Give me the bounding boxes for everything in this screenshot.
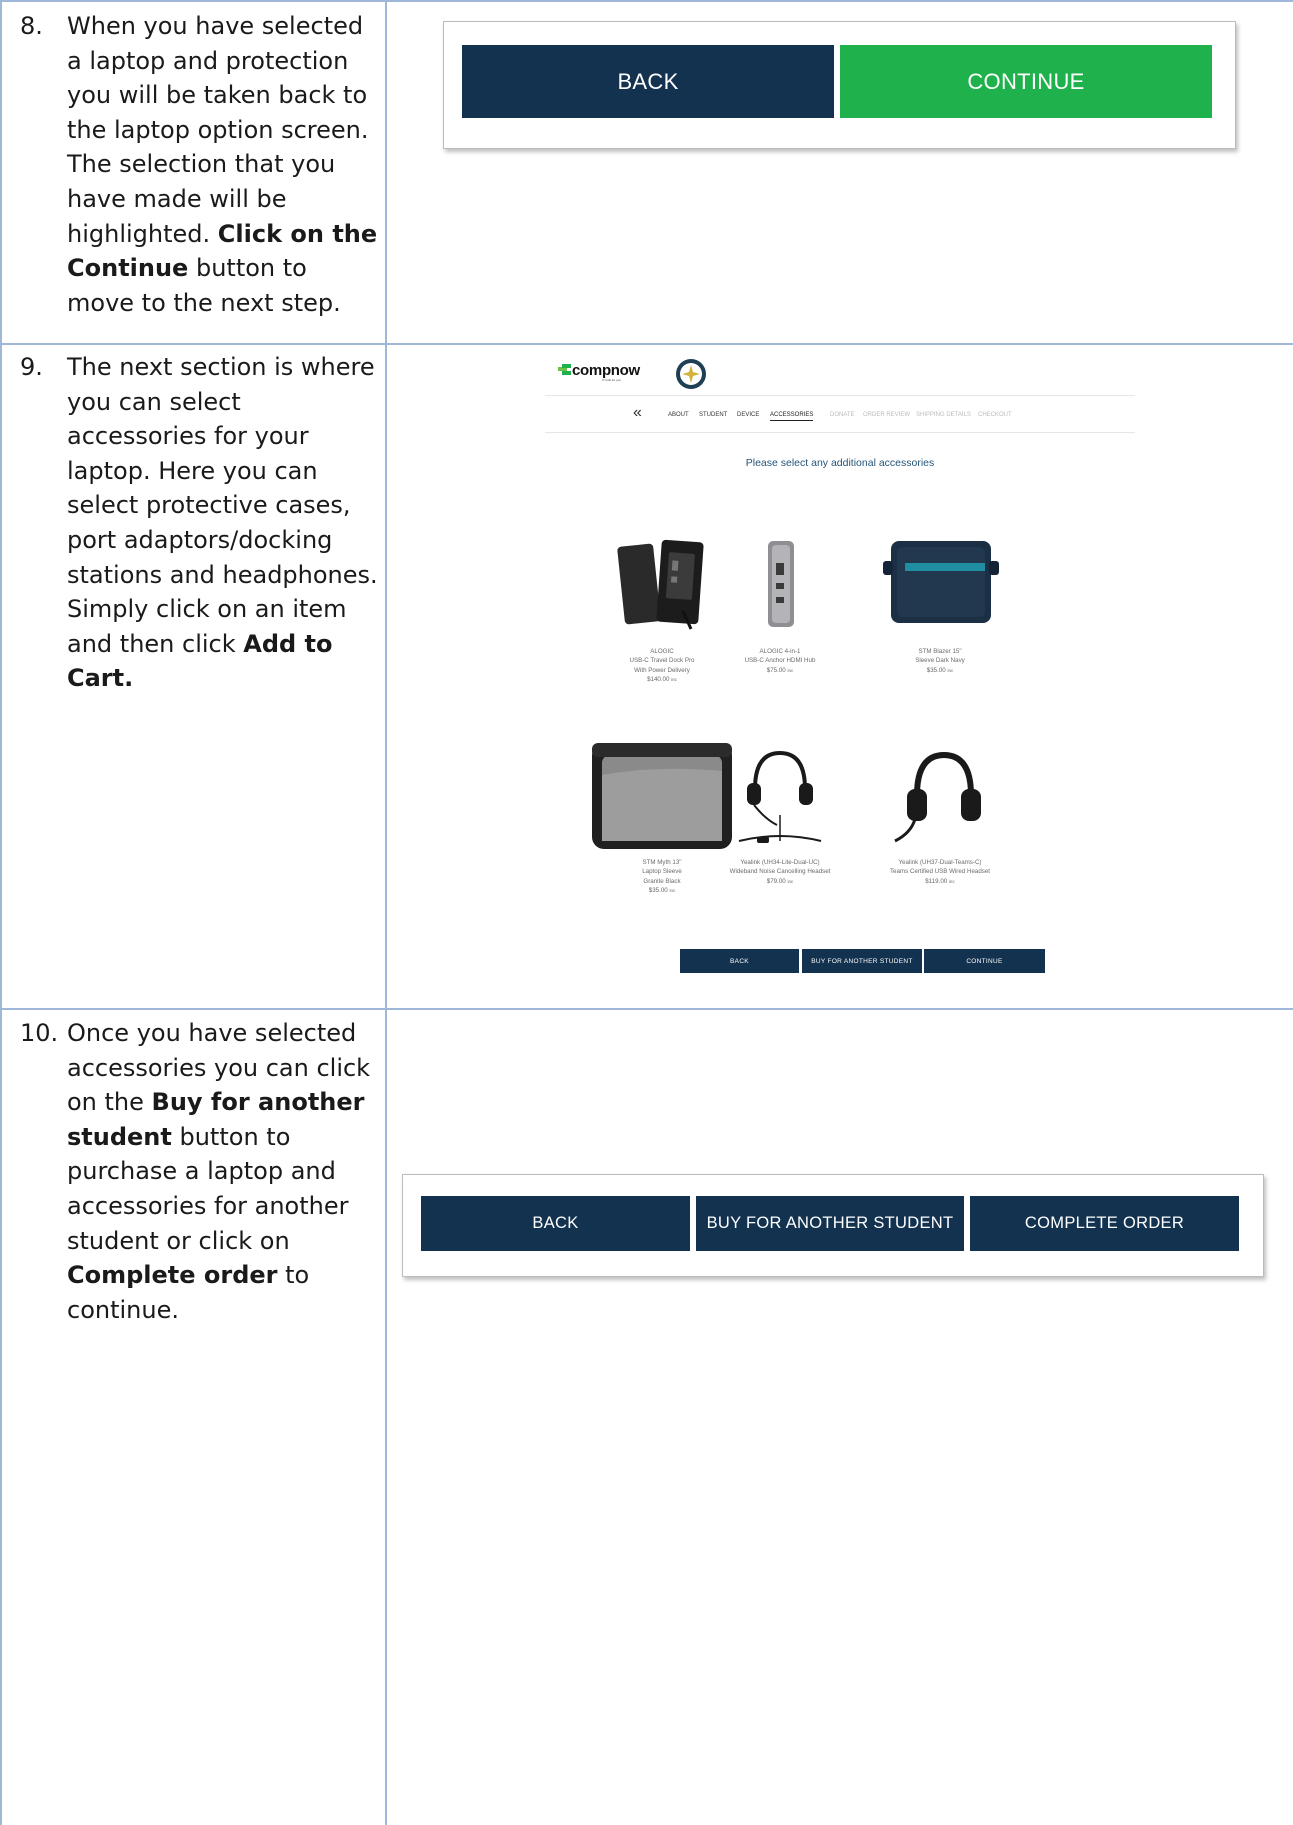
table-border-left [0,0,2,1825]
product-name-line: STM Blazer 15" [918,648,962,655]
product-name-line: Wideband Noise Cancelling Headset [729,868,831,876]
product-caption: ALOGIC 4-in-1 USB-C Anchor HDMI Hub $75.… [690,647,870,675]
product-caption: Yealink (UH37-Dual-Teams-C) Teams Certif… [850,858,1030,886]
table-row-divider [0,1008,1293,1010]
buy-another-student-button[interactable]: BUY FOR ANOTHER STUDENT [802,949,922,973]
product-price: $75.00 [766,666,786,674]
complete-order-button[interactable]: COMPLETE ORDER [970,1196,1239,1251]
product-price: $79.00 [766,877,786,885]
nav-item-shipping-details[interactable]: SHIPPING DETAILS [916,412,971,418]
product-name-line: Teams Certified USB Wired Headset [889,868,991,876]
logo-text: compnow [572,362,640,379]
product-name-line: Sleeve Dark Navy [915,657,965,665]
step-text: When you have selected a laptop and prot… [67,12,369,248]
headset-uh34-image[interactable] [725,745,835,855]
buy-another-student-button[interactable]: BUY FOR ANOTHER STUDENT [696,1196,964,1251]
grey-sleeve-image[interactable] [588,735,738,855]
step-number: 8. [20,12,43,40]
product-price: $140.00 [647,676,670,684]
usb-hub-image[interactable] [730,533,830,633]
product-price: $35.00 [926,666,946,674]
step-text: The next section is where you can select… [67,353,378,658]
price-tax-note: inc [948,878,955,884]
travel-dock-image[interactable] [613,533,713,633]
nav-divider [545,432,1135,433]
accessories-heading: Please select any additional accessories [745,457,935,469]
accessories-page-screenshot: compnow IT built for you « ABOUT STUDENT… [545,350,1135,980]
product-name-line: USB-C Anchor HDMI Hub [744,657,816,665]
nav-item-device[interactable]: DEVICE [737,412,759,418]
product-name-line: Yealink (UH34-Lite-Dual-UC) [740,859,820,866]
price-tax-note: inc [947,667,954,673]
step-9-text: 9. The next section is where you can sel… [20,350,380,696]
step-bold-text: Complete order [67,1261,278,1290]
price-tax-note: inc [671,677,677,683]
price-tax-note: inc [669,888,676,894]
headset-uh37-image[interactable] [889,745,989,855]
nav-item-checkout[interactable]: CHECKOUT [978,412,1012,418]
nav-item-donate[interactable]: DONATE [830,412,855,418]
logo-tagline: IT built for you [602,378,621,382]
continue-button[interactable]: CONTINUE [840,45,1212,118]
price-tax-note: inc [787,878,794,884]
product-price: $119.00 [925,877,948,885]
nav-item-accessories[interactable]: ACCESSORIES [770,412,814,421]
navy-sleeve-image[interactable] [881,533,1001,633]
price-tax-note: inc [787,667,794,673]
back-button[interactable]: BACK [421,1196,690,1251]
nav-item-student[interactable]: STUDENT [699,412,727,418]
step-8-text: 8. When you have selected a laptop and p… [20,9,380,320]
product-caption: STM Blazer 15" Sleeve Dark Navy $35.00 i… [850,647,1030,675]
back-button[interactable]: BACK [462,45,834,118]
table-column-divider [385,0,387,1825]
table-border-top [0,0,1293,2]
back-continue-screenshot: BACK CONTINUE [443,21,1236,149]
nav-item-about[interactable]: ABOUT [668,412,689,418]
product-caption: Yealink (UH34-Lite-Dual-UC) Wideband Noi… [690,858,870,886]
nav-divider [545,395,1135,396]
nav-back-chevron-icon[interactable]: « [633,404,642,422]
step-number: 10. [20,1019,59,1047]
complete-order-screenshot: BACK BUY FOR ANOTHER STUDENT COMPLETE OR… [402,1174,1264,1277]
product-price: $35.00 [648,887,668,895]
table-row-divider [0,343,1293,345]
continue-button[interactable]: CONTINUE [924,949,1045,973]
step-number: 9. [20,353,43,381]
back-button[interactable]: BACK [680,949,799,973]
product-name-line: ALOGIC 4-in-1 [759,648,801,655]
nav-item-order-review[interactable]: ORDER REVIEW [863,412,910,418]
school-crest-icon [676,359,706,389]
product-name-line: Yealink (UH37-Dual-Teams-C) [898,859,982,866]
step-10-text: 10. Once you have selected accessories y… [20,1016,380,1327]
